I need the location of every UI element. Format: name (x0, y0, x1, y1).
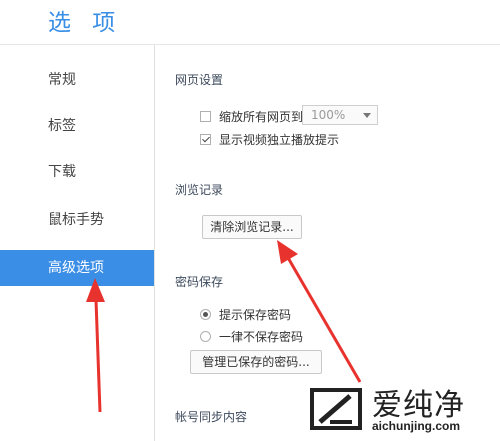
watermark-brand: 爱纯净 (372, 388, 465, 423)
password-prompt-radio[interactable] (200, 309, 211, 320)
sidebar-item-tabs[interactable]: 标签 (0, 108, 154, 144)
zoom-all-checkbox[interactable] (200, 111, 211, 122)
sidebar-item-downloads[interactable]: 下载 (0, 154, 154, 190)
section-title-password: 密码保存 (175, 275, 224, 289)
video-tip-label: 显示视频独立播放提示 (219, 133, 340, 147)
sidebar-item-mouse-gestures[interactable]: 鼠标手势 (0, 202, 154, 238)
zoom-all-label: 缩放所有网页到 (219, 110, 304, 124)
sidebar: 常规 标签 下载 鼠标手势 高级选项 (0, 45, 155, 441)
password-never-label: 一律不保存密码 (219, 330, 304, 344)
zoom-level-select[interactable]: 100% (302, 105, 378, 125)
sidebar-item-advanced[interactable]: 高级选项 (0, 250, 154, 286)
brand-logo-icon (310, 388, 362, 430)
window-title: 选 项 (48, 10, 123, 36)
manage-passwords-button[interactable]: 管理已保存的密码... (190, 350, 322, 374)
header: 选 项 (0, 0, 500, 45)
section-title-web: 网页设置 (175, 73, 224, 87)
video-tip-checkbox[interactable] (200, 134, 211, 145)
chevron-down-icon (363, 113, 371, 118)
password-option-never[interactable]: 一律不保存密码 (200, 328, 303, 345)
password-prompt-label: 提示保存密码 (219, 308, 292, 322)
zoom-all-option[interactable]: 缩放所有网页到 (200, 108, 303, 125)
section-title-history: 浏览记录 (175, 183, 224, 197)
password-never-radio[interactable] (200, 331, 211, 342)
section-title-sync: 帐号同步内容 (175, 410, 248, 424)
video-tip-option[interactable]: 显示视频独立播放提示 (200, 131, 339, 148)
clear-history-button[interactable]: 清除浏览记录... (202, 215, 302, 239)
sidebar-item-general[interactable]: 常规 (0, 62, 154, 98)
zoom-level-value: 100% (311, 108, 346, 122)
password-option-prompt[interactable]: 提示保存密码 (200, 306, 291, 323)
watermark-url: aichunjing.com (372, 419, 461, 433)
watermark: 爱纯净 aichunjing.com (306, 378, 496, 438)
